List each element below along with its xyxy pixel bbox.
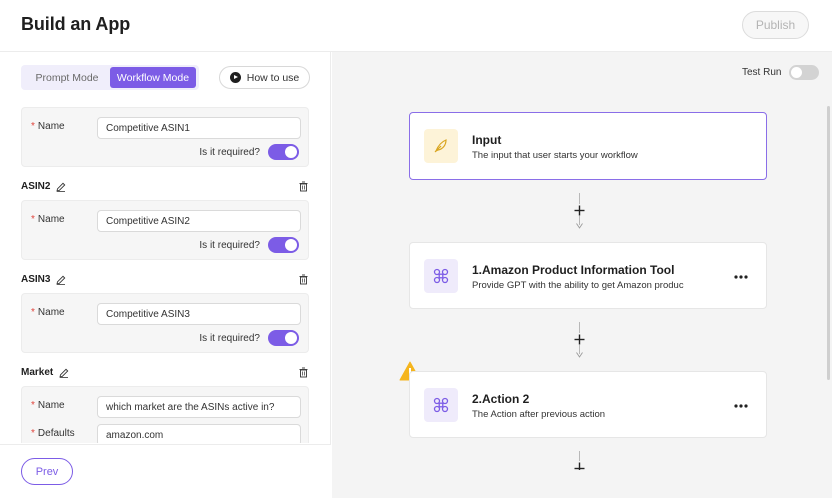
- required-asterisk: *: [31, 400, 35, 411]
- field-card-4: * Name which market are the ASINs active …: [21, 386, 309, 443]
- name-row: * Name which market are the ASINs active …: [22, 396, 310, 418]
- trash-icon[interactable]: [298, 274, 309, 285]
- field-card-2: * Name Competitive ASIN2 Is it required?: [21, 200, 309, 260]
- trash-icon[interactable]: [298, 181, 309, 192]
- section-title: ASIN3: [21, 274, 66, 285]
- required-toggle[interactable]: [268, 330, 299, 346]
- connector-line: [579, 193, 580, 204]
- name-label: * Name: [31, 214, 65, 225]
- arrow-down-icon: [576, 352, 583, 358]
- field-card-1: * Name Competitive ASIN1 Is it required?: [21, 107, 309, 167]
- name-row: * Name Competitive ASIN3: [22, 303, 310, 325]
- required-row: Is it required?: [199, 143, 299, 161]
- field-card-3: * Name Competitive ASIN3 Is it required?: [21, 293, 309, 353]
- page-title: Build an App: [21, 14, 131, 34]
- node-description: The Action after previous action: [472, 409, 606, 420]
- required-toggle[interactable]: [268, 144, 299, 160]
- defaults-input[interactable]: amazon.com: [97, 424, 301, 443]
- required-asterisk: *: [31, 428, 35, 439]
- node-title: 2.Action 2: [472, 392, 530, 406]
- name-row: * Name Competitive ASIN2: [22, 210, 310, 232]
- feather-icon: [424, 129, 458, 163]
- name-label: * Name: [31, 121, 65, 132]
- workflow-node-input[interactable]: Input The input that user starts your wo…: [409, 112, 767, 180]
- section-name: ASIN3: [21, 274, 51, 285]
- command-icon: [424, 259, 458, 293]
- section-name: Market: [21, 367, 54, 378]
- connector-line: [579, 322, 580, 333]
- section-title: Market: [21, 367, 69, 378]
- name-row: * Name Competitive ASIN1: [22, 117, 310, 139]
- required-label: Is it required?: [199, 332, 260, 344]
- command-icon: [424, 388, 458, 422]
- defaults-label: * Defaults: [31, 428, 75, 439]
- node-description: The input that user starts your workflow: [472, 150, 638, 161]
- more-options-icon[interactable]: [734, 275, 748, 279]
- name-input[interactable]: Competitive ASIN1: [97, 117, 301, 139]
- name-input[interactable]: Competitive ASIN3: [97, 303, 301, 325]
- name-input[interactable]: which market are the ASINs active in?: [97, 396, 301, 418]
- left-panel: Prompt Mode Workflow Mode How to use * Na…: [0, 52, 331, 498]
- section-title: ASIN2: [21, 181, 66, 192]
- workflow-node-action-2[interactable]: 2.Action 2 The Action after previous act…: [409, 371, 767, 438]
- name-input[interactable]: Competitive ASIN2: [97, 210, 301, 232]
- play-icon: [229, 72, 241, 83]
- canvas-scrollbar[interactable]: [827, 106, 830, 380]
- how-to-use-label: How to use: [246, 71, 300, 84]
- top-header: Build an App Publish: [0, 0, 832, 52]
- required-row: Is it required?: [199, 329, 299, 347]
- test-run-toggle[interactable]: [789, 65, 820, 80]
- workflow-canvas[interactable]: Test Run Input The input that user start…: [332, 52, 832, 498]
- workflow-node-amazon-tool[interactable]: 1.Amazon Product Information Tool Provid…: [409, 242, 767, 309]
- more-options-icon[interactable]: [734, 404, 748, 408]
- node-title: Input: [472, 133, 502, 147]
- mode-switch: Prompt Mode Workflow Mode: [21, 65, 199, 90]
- node-description: Provide GPT with the ability to get Amaz…: [472, 280, 684, 291]
- pencil-icon[interactable]: [59, 368, 69, 378]
- node-title: 1.Amazon Product Information Tool: [472, 263, 675, 277]
- section-name: ASIN2: [21, 181, 51, 192]
- test-run-label: Test Run: [742, 67, 782, 78]
- required-asterisk: *: [31, 214, 35, 225]
- required-toggle[interactable]: [268, 237, 299, 253]
- pencil-icon[interactable]: [56, 275, 66, 285]
- add-step-icon[interactable]: [574, 334, 585, 345]
- test-run-control: Test Run: [742, 65, 820, 80]
- trash-icon[interactable]: [298, 367, 309, 378]
- left-footer: Prev: [0, 444, 331, 498]
- required-asterisk: *: [31, 307, 35, 318]
- publish-button[interactable]: Publish: [742, 11, 809, 39]
- how-to-use-button[interactable]: How to use: [219, 66, 310, 89]
- name-label: * Name: [31, 400, 65, 411]
- prompt-mode-tab[interactable]: Prompt Mode: [25, 67, 109, 88]
- add-step-icon[interactable]: [574, 462, 585, 470]
- workflow-mode-tab[interactable]: Workflow Mode: [110, 67, 196, 88]
- connector-line: [579, 451, 580, 461]
- defaults-row: * Defaults amazon.com: [22, 424, 310, 443]
- add-step-icon[interactable]: [574, 205, 585, 216]
- arrow-down-icon: [576, 223, 583, 229]
- required-row: Is it required?: [199, 236, 299, 254]
- fields-scroll-area[interactable]: * Name Competitive ASIN1 Is it required? …: [0, 97, 331, 443]
- required-label: Is it required?: [199, 146, 260, 158]
- pencil-icon[interactable]: [56, 182, 66, 192]
- required-label: Is it required?: [199, 239, 260, 251]
- required-asterisk: *: [31, 121, 35, 132]
- name-label: * Name: [31, 307, 65, 318]
- prev-button[interactable]: Prev: [21, 458, 73, 485]
- app-root: Build an App Publish Prompt Mode Workflo…: [0, 0, 832, 498]
